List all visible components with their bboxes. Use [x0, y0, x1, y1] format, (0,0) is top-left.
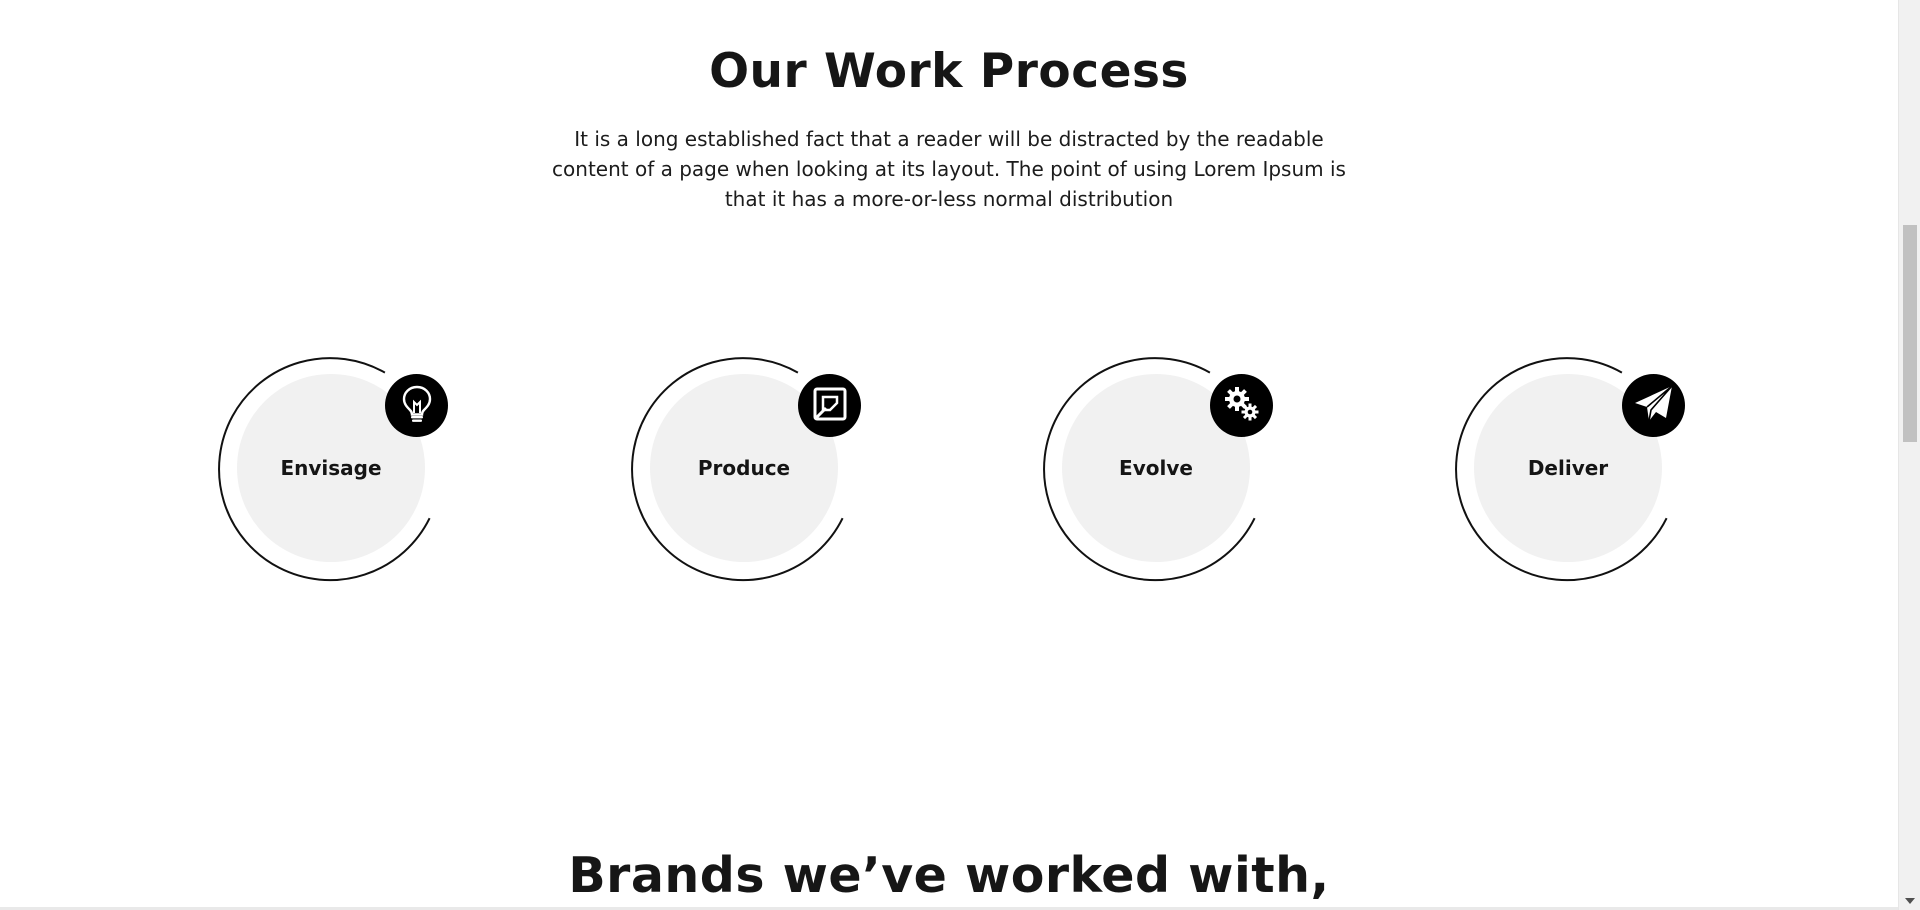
paper-plane-icon [1632, 382, 1676, 430]
scrollbar-thumb[interactable] [1903, 225, 1917, 442]
main-content: Our Work Process It is a long establishe… [0, 0, 1898, 910]
brands-title: Brands we’ve worked with, [568, 847, 1330, 904]
step-badge [798, 374, 861, 437]
process-step-deliver: Deliver [1455, 355, 1685, 585]
step-badge [1622, 374, 1685, 437]
scroll-down-arrow-icon[interactable] [1905, 898, 1915, 904]
step-label: Deliver [1527, 456, 1609, 480]
step-badge [1210, 374, 1273, 437]
section-description: It is a long established fact that a rea… [552, 127, 1346, 211]
process-step-evolve: Evolve [1043, 355, 1273, 585]
edit-note-icon [812, 386, 848, 426]
page: Our Work Process It is a long establishe… [0, 0, 1920, 910]
section-title: Our Work Process [709, 44, 1189, 99]
step-label: Envisage [280, 456, 382, 480]
gears-icon [1222, 384, 1262, 428]
vertical-scrollbar[interactable] [1898, 0, 1920, 910]
lightbulb-icon [400, 384, 434, 428]
step-label: Produce [697, 456, 791, 480]
step-label: Evolve [1119, 456, 1193, 480]
step-badge [385, 374, 448, 437]
process-step-produce: Produce [631, 355, 861, 585]
process-step-envisage: Envisage [218, 355, 448, 585]
